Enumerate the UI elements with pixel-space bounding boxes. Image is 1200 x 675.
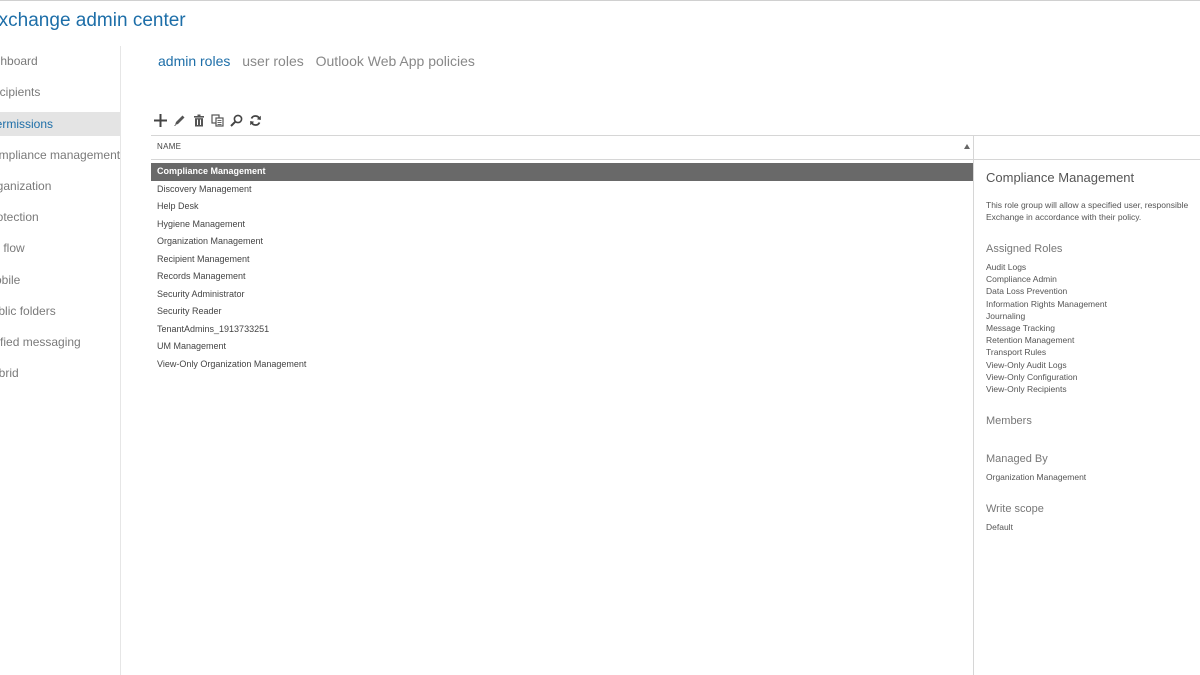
assigned-role: Data Loss Prevention — [986, 286, 1068, 297]
detail-pane: Compliance Management This role group wi… — [986, 170, 1200, 534]
nav-item-label: protection — [0, 210, 39, 224]
search-icon — [230, 114, 243, 127]
list-item[interactable]: Hygiene Management — [151, 216, 973, 234]
add-button[interactable] — [153, 113, 168, 128]
left-navigation: dashboard recipients permissions complia… — [0, 46, 121, 675]
nav-item-label: mail flow — [0, 241, 25, 255]
add-icon — [154, 113, 167, 127]
top-divider — [0, 0, 1200, 1]
assigned-role: Compliance Admin — [986, 274, 1057, 285]
list-item[interactable]: View-Only Organization Management — [151, 356, 973, 374]
list-header: NAME — [151, 135, 973, 160]
edit-icon — [174, 115, 185, 126]
assigned-role: View-Only Audit Logs — [986, 359, 1067, 370]
members-heading: Members — [986, 415, 1032, 428]
list-item[interactable]: Security Reader — [151, 303, 973, 321]
assigned-role: Information Rights Management — [986, 298, 1107, 309]
detail-title: Compliance Management — [986, 170, 1135, 185]
tab-outlook-web-app-policies[interactable]: Outlook Web App policies — [316, 53, 475, 69]
assigned-role: Retention Management — [986, 335, 1075, 346]
assigned-role: View-Only Configuration — [986, 371, 1078, 382]
assigned-role: Message Tracking — [986, 323, 1055, 334]
refresh-button[interactable] — [248, 113, 263, 128]
nav-item-hybrid[interactable]: hybrid — [0, 361, 120, 385]
nav-item-label: unified messaging — [0, 335, 81, 349]
tab-admin-roles[interactable]: admin roles — [158, 53, 230, 69]
nav-item-organization[interactable]: organization — [0, 174, 120, 198]
nav-item-protection[interactable]: protection — [0, 205, 120, 229]
list-item[interactable]: Compliance Management — [151, 163, 973, 181]
tab-bar: admin roles user roles Outlook Web App p… — [158, 53, 483, 69]
managed-by-heading: Managed By — [986, 453, 1048, 466]
list-item[interactable]: Organization Management — [151, 233, 973, 251]
list-item[interactable]: Security Administrator — [151, 286, 973, 304]
list-item[interactable]: Help Desk — [151, 198, 973, 216]
detail-description: This role group will allow a specified u… — [986, 199, 1200, 223]
refresh-icon — [250, 114, 261, 126]
nav-item-label: public folders — [0, 304, 56, 318]
nav-item-mail-flow[interactable]: mail flow — [0, 236, 120, 260]
list-item[interactable]: TenantAdmins_1913733251 — [151, 321, 973, 339]
copy-icon — [211, 113, 224, 127]
delete-button[interactable] — [191, 113, 206, 128]
nav-item-label: dashboard — [0, 54, 38, 68]
nav-item-label: hybrid — [0, 366, 19, 380]
nav-item-recipients[interactable]: recipients — [0, 80, 120, 104]
nav-item-mobile[interactable]: mobile — [0, 268, 120, 292]
column-header-name[interactable]: NAME — [157, 142, 181, 151]
search-button[interactable] — [229, 113, 244, 128]
list-item[interactable]: Records Management — [151, 268, 973, 286]
nav-item-permissions[interactable]: permissions — [0, 112, 120, 136]
list-item[interactable]: Discovery Management — [151, 181, 973, 199]
role-group-list: NAME Compliance Management Discovery Man… — [151, 135, 974, 675]
nav-item-public-folders[interactable]: public folders — [0, 299, 120, 323]
list-rows: Compliance Management Discovery Manageme… — [151, 163, 973, 373]
write-scope-heading: Write scope — [986, 503, 1044, 516]
nav-item-label: mobile — [0, 273, 21, 287]
assigned-roles-list: Audit Logs Compliance Admin Data Loss Pr… — [986, 261, 1200, 395]
write-scope-value: Default — [986, 522, 1013, 533]
list-item[interactable]: Recipient Management — [151, 251, 973, 269]
toolbar — [153, 112, 263, 128]
assigned-role: Transport Rules — [986, 347, 1047, 358]
list-item[interactable]: UM Management — [151, 338, 973, 356]
nav-item-unified-messaging[interactable]: unified messaging — [0, 330, 120, 354]
nav-item-dashboard[interactable]: dashboard — [0, 49, 120, 73]
nav-item-label: recipients — [0, 85, 41, 99]
assigned-role: Journaling — [986, 310, 1026, 321]
assigned-role: Audit Logs — [986, 262, 1027, 272]
tab-user-roles[interactable]: user roles — [242, 53, 303, 69]
copy-button[interactable] — [210, 113, 225, 128]
description-line: Exchange in accordance with their policy… — [986, 212, 1142, 222]
sort-ascending-icon[interactable] — [964, 144, 970, 149]
nav-item-compliance-management[interactable]: compliance management — [0, 143, 120, 167]
assigned-roles-heading: Assigned Roles — [986, 243, 1063, 255]
managed-by-value: Organization Management — [986, 472, 1087, 483]
edit-button[interactable] — [172, 113, 187, 128]
detail-header-bar — [974, 135, 1200, 160]
exchange-admin-page: Exchange admin center dashboard recipien… — [0, 0, 1200, 675]
nav-item-label: permissions — [0, 117, 54, 131]
assigned-role: View-Only Recipients — [986, 384, 1067, 395]
app-title: Exchange admin center — [0, 10, 186, 31]
description-line: This role group will allow a specified u… — [986, 200, 1189, 210]
nav-item-label: compliance management — [0, 148, 120, 162]
delete-icon — [193, 114, 204, 126]
nav-item-label: organization — [0, 179, 52, 193]
